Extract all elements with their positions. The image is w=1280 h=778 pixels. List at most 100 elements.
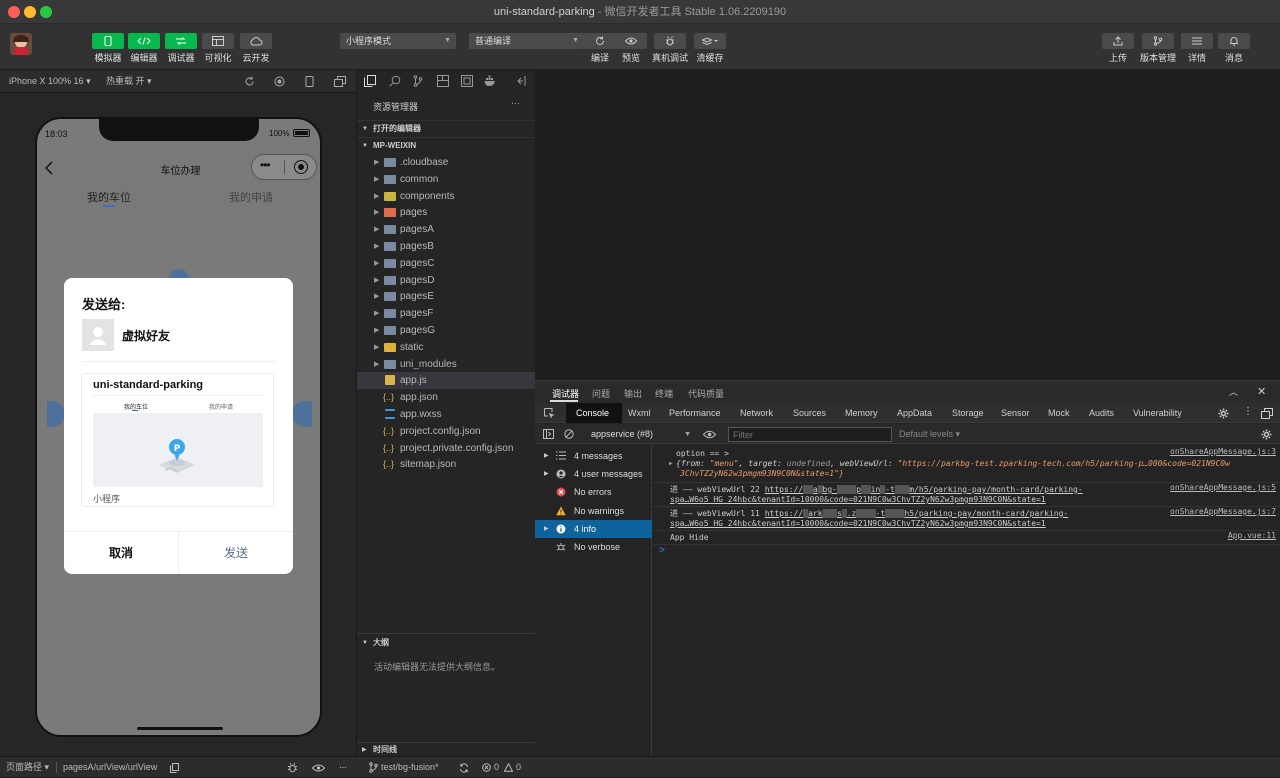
devtools-tab-vulnerability[interactable]: Vulnerability xyxy=(1133,403,1182,423)
log-source-link[interactable]: onShareAppMessage.js:5 xyxy=(1170,483,1276,493)
message-filter-item[interactable]: ▶ 4 messages xyxy=(535,447,652,465)
error-icon[interactable] xyxy=(482,763,491,772)
minimize-window-button[interactable] xyxy=(24,6,36,18)
devtools-tab-sources[interactable]: Sources xyxy=(793,403,826,423)
more-icon[interactable]: ••• xyxy=(260,158,271,172)
version-control-button[interactable]: 版本管理 xyxy=(1138,33,1178,64)
debugger-toggle-button[interactable]: 调试器 xyxy=(161,33,201,64)
file-tree-item[interactable]: ▶ pagesB xyxy=(357,238,536,255)
message-filter-item[interactable]: ▶ 4 info xyxy=(535,519,652,538)
tab-my-parking[interactable]: 我的车位 xyxy=(87,189,131,205)
timeline-section[interactable]: ▶ 时间线 xyxy=(357,742,536,756)
message-filter-item[interactable]: No verbose xyxy=(535,538,652,556)
maximize-window-button[interactable] xyxy=(40,6,52,18)
git-branch-name[interactable]: test/bg-fusion* xyxy=(381,757,439,778)
eye-icon[interactable] xyxy=(312,764,325,772)
close-mini-program-icon[interactable] xyxy=(294,160,308,174)
rotate-icon[interactable] xyxy=(244,76,255,87)
file-tree-item[interactable]: ▶ uni_modules xyxy=(357,356,536,373)
log-levels-select[interactable]: Default levels ▾ xyxy=(899,429,960,440)
file-tree-item[interactable]: ▶ pagesA xyxy=(357,221,536,238)
visual-toggle-button[interactable]: 可视化 xyxy=(198,33,238,64)
send-button[interactable]: 发送 xyxy=(179,532,293,574)
file-tree-item[interactable]: {..} app.json xyxy=(357,389,536,406)
tab-debugger[interactable]: 调试器 xyxy=(552,387,579,400)
devtools-tab-mock[interactable]: Mock xyxy=(1048,403,1070,423)
more-icon[interactable]: ··· xyxy=(339,757,347,778)
file-tree-item[interactable]: ▶ pagesC xyxy=(357,255,536,272)
search-icon[interactable] xyxy=(389,75,401,87)
user-avatar[interactable] xyxy=(10,33,32,55)
files-icon[interactable] xyxy=(364,75,376,87)
console-filter-input[interactable] xyxy=(728,427,892,442)
chevron-up-icon[interactable]: ︿ xyxy=(1229,385,1238,398)
upload-button[interactable]: 上传 xyxy=(1098,33,1138,64)
compile-mode-select[interactable]: 普通编译 ▼ xyxy=(469,33,584,49)
source-control-icon[interactable] xyxy=(413,75,423,87)
expand-arrow-icon[interactable]: ▶ xyxy=(669,459,673,469)
file-tree-item[interactable]: app.js xyxy=(357,372,536,390)
file-tree-item[interactable]: ▶ pagesD xyxy=(357,272,536,289)
log-source-link[interactable]: App.vue:11 xyxy=(1228,531,1276,541)
file-tree-item[interactable]: {..} project.private.config.json xyxy=(357,440,536,457)
page-path-select[interactable]: 页面路径 ▾ xyxy=(6,757,49,778)
clear-cache-button[interactable]: 清缓存 xyxy=(690,33,730,64)
git-branch-icon[interactable] xyxy=(369,762,378,773)
gear-icon[interactable] xyxy=(1218,408,1229,419)
log-entry[interactable]: App Hide App.vue:11 xyxy=(653,531,1280,545)
file-tree-item[interactable]: {..} project.config.json xyxy=(357,423,536,440)
log-url-link[interactable]: spa…W6o5 HG 24hbc&tenantId=10000&code=02… xyxy=(670,519,1280,529)
devtools-tab-console[interactable]: Console xyxy=(576,403,609,423)
collapse-sidebar-icon[interactable] xyxy=(515,76,526,86)
mode-select[interactable]: 小程序模式 ▼ xyxy=(340,33,456,49)
devtools-tab-storage[interactable]: Storage xyxy=(952,403,984,423)
sidebar-toggle-icon[interactable] xyxy=(543,429,554,439)
context-select[interactable]: appservice (#8) ▼ xyxy=(591,428,691,441)
devtools-tab-network[interactable]: Network xyxy=(740,403,773,423)
cloud-dev-button[interactable]: 云开发 xyxy=(236,33,276,64)
kebab-menu-icon[interactable]: ⋮ xyxy=(1243,406,1253,417)
device-select[interactable]: iPhone X 100% 16 ▾ xyxy=(9,70,91,93)
console-prompt[interactable]: > xyxy=(659,545,665,556)
editor-toggle-button[interactable]: 编辑器 xyxy=(124,33,164,64)
messages-button[interactable]: 消息 xyxy=(1214,33,1254,64)
file-tree-item[interactable]: ▶ pagesF xyxy=(357,305,536,322)
tab-terminal[interactable]: 终端 xyxy=(655,387,673,400)
devtools-tab-appdata[interactable]: AppData xyxy=(897,403,932,423)
warning-icon[interactable] xyxy=(504,763,513,772)
hot-reload-select[interactable]: 热重载 开 ▾ xyxy=(106,70,152,93)
more-options-icon[interactable]: ··· xyxy=(511,98,520,108)
devtools-tab-audits[interactable]: Audits xyxy=(1089,403,1114,423)
details-button[interactable]: 详情 xyxy=(1177,33,1217,64)
message-filter-item[interactable]: No warnings xyxy=(535,502,652,520)
close-window-button[interactable] xyxy=(8,6,20,18)
clear-console-icon[interactable] xyxy=(564,429,574,439)
devtools-tab-memory[interactable]: Memory xyxy=(845,403,878,423)
log-source-link[interactable]: onShareAppMessage.js:7 xyxy=(1170,507,1276,517)
mini-program-card[interactable]: uni-standard-parking 我的车位 我的申请 P 小程序 xyxy=(81,373,274,507)
message-filter-item[interactable]: No errors xyxy=(535,483,652,501)
devtools-tab-wxml[interactable]: Wxml xyxy=(628,403,651,423)
sync-icon[interactable] xyxy=(459,763,469,773)
cancel-button[interactable]: 取消 xyxy=(64,532,178,574)
file-tree-item[interactable]: ▶ pages xyxy=(357,204,536,221)
log-url-link[interactable]: https://▇ark▇▇▇s▇.z▇▇▇▇-t▇▇▇▇h5/parking-… xyxy=(765,509,1068,518)
preview-button[interactable]: 预览 xyxy=(611,33,651,64)
log-source-link[interactable]: onShareAppMessage.js:3 xyxy=(1170,447,1276,457)
file-tree-item[interactable]: {..} sitemap.json xyxy=(357,456,536,473)
remote-debug-button[interactable]: 真机调试 xyxy=(650,33,690,64)
simulator-toggle-button[interactable]: 模拟器 xyxy=(88,33,128,64)
log-url-link[interactable]: https://▇▇a▇bg-▇▇▇▇p▇▇in▇-t▇▇▇m/h5/parki… xyxy=(765,485,1083,494)
project-section[interactable]: ▼ MP-WEIXIN xyxy=(357,137,536,153)
debug-panel-icon[interactable] xyxy=(437,75,449,87)
close-icon[interactable]: ✕ xyxy=(1257,385,1266,398)
phone-icon[interactable] xyxy=(305,76,314,87)
file-tree-item[interactable]: app.wxss xyxy=(357,406,536,423)
docker-icon[interactable] xyxy=(484,75,497,87)
outline-section[interactable]: ▼ 大纲 xyxy=(357,633,536,651)
tab-output[interactable]: 输出 xyxy=(624,387,642,400)
bug-icon[interactable] xyxy=(287,762,298,773)
message-filter-item[interactable]: ▶ 4 user messages xyxy=(535,465,652,483)
file-tree-item[interactable]: ▶ pagesE xyxy=(357,288,536,305)
eye-icon[interactable] xyxy=(703,430,716,439)
